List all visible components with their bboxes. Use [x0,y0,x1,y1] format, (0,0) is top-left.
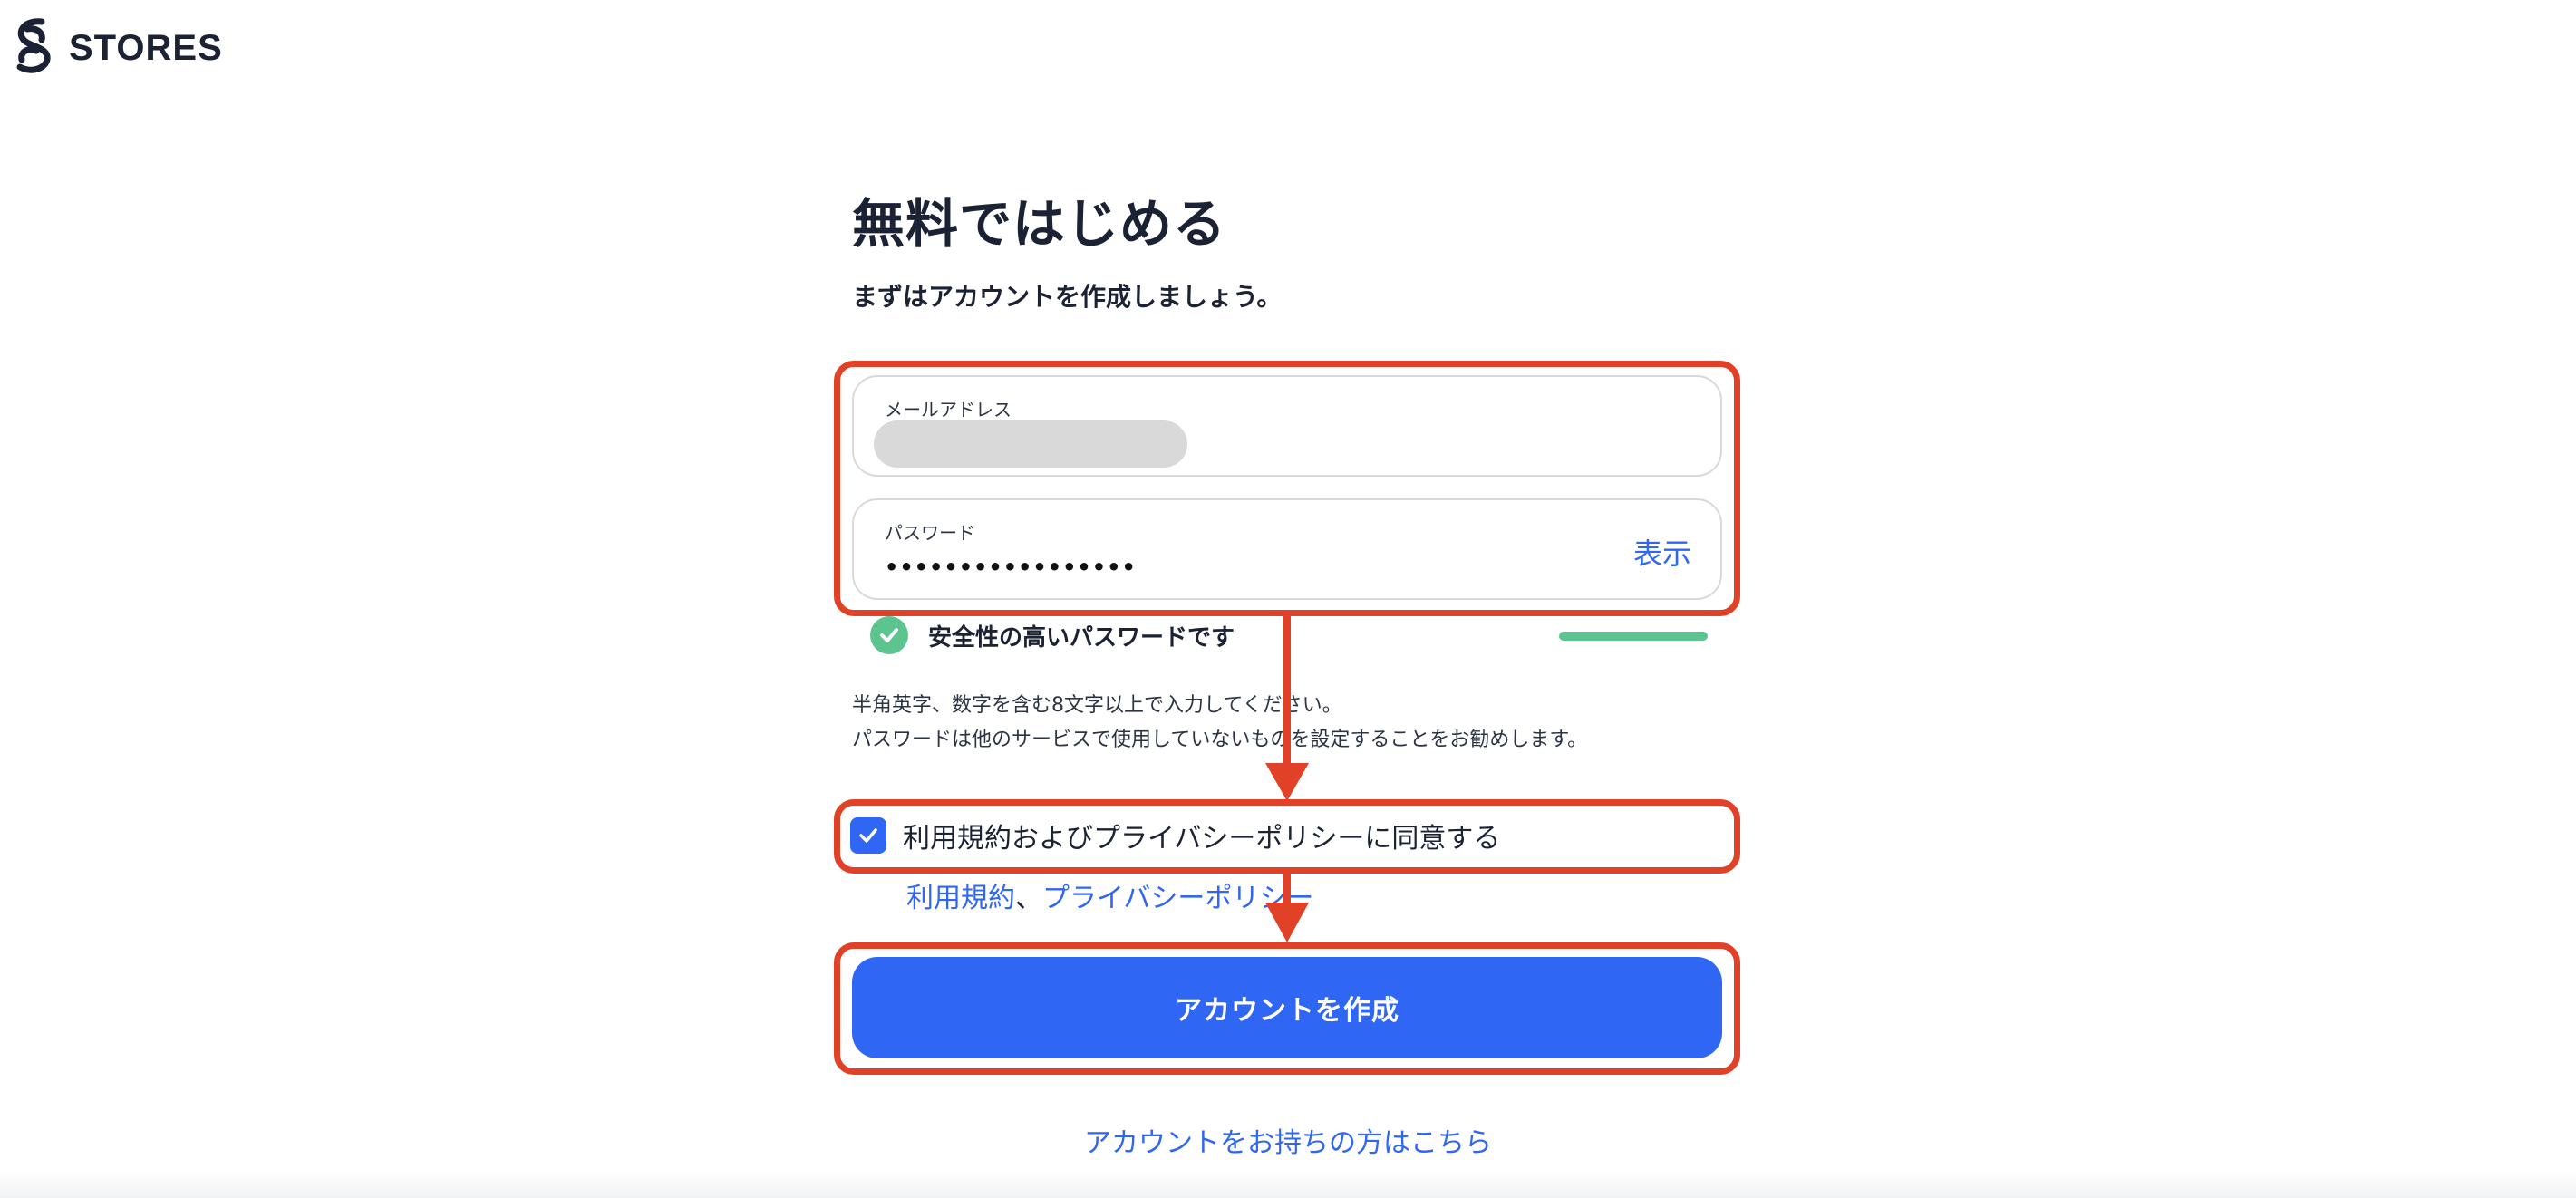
terms-link[interactable]: 利用規約 [906,883,1015,914]
checkmark-icon [859,828,877,843]
page-subtitle: まずはアカウントを作成しましょう。 [852,282,1283,312]
create-account-button[interactable]: アカウントを作成 [852,957,1722,1058]
strength-bar [1559,632,1708,641]
brand-name: STORES [69,27,223,68]
link-separator: 、 [1015,883,1042,914]
stores-logo-icon [16,18,51,73]
email-field[interactable]: メールアドレス [852,375,1722,477]
password-label: パスワード [885,522,975,544]
agree-checkbox-row[interactable]: 利用規約およびプライバシーポリシーに同意する [850,816,1500,855]
email-value-redacted [874,420,1187,468]
password-value: ••••••••••••••••• [885,555,1137,580]
login-link[interactable]: アカウントをお持ちの方はこちら [0,1120,2576,1160]
show-password-toggle[interactable]: 表示 [1633,531,1691,573]
bottom-shadow [0,1171,2576,1198]
password-strength: 安全性の高いパスワードです [870,616,1235,654]
password-hint-2: パスワードは他のサービスで使用していないものを設定することをお勧めします。 [852,729,1588,751]
password-hint-1: 半角英字、数字を含む8文字以上で入力してください。 [852,694,1342,717]
policy-links: 利用規約、プライバシーポリシー [906,875,1313,915]
page-title: 無料ではじめる [852,193,1227,255]
agree-label: 利用規約およびプライバシーポリシーに同意する [903,823,1501,855]
strength-text: 安全性の高いパスワードです [928,623,1235,652]
privacy-link[interactable]: プライバシーポリシー [1042,883,1313,914]
signup-page: STORES 無料ではじめる まずはアカウントを作成しましょう。 メールアドレス… [0,0,2576,1198]
password-field[interactable]: パスワード ••••••••••••••••• 表示 [852,498,1722,600]
check-circle-icon [870,616,908,654]
email-label: メールアドレス [885,399,1012,420]
stores-logo[interactable]: STORES [9,16,223,80]
agree-checkbox[interactable] [850,817,886,854]
